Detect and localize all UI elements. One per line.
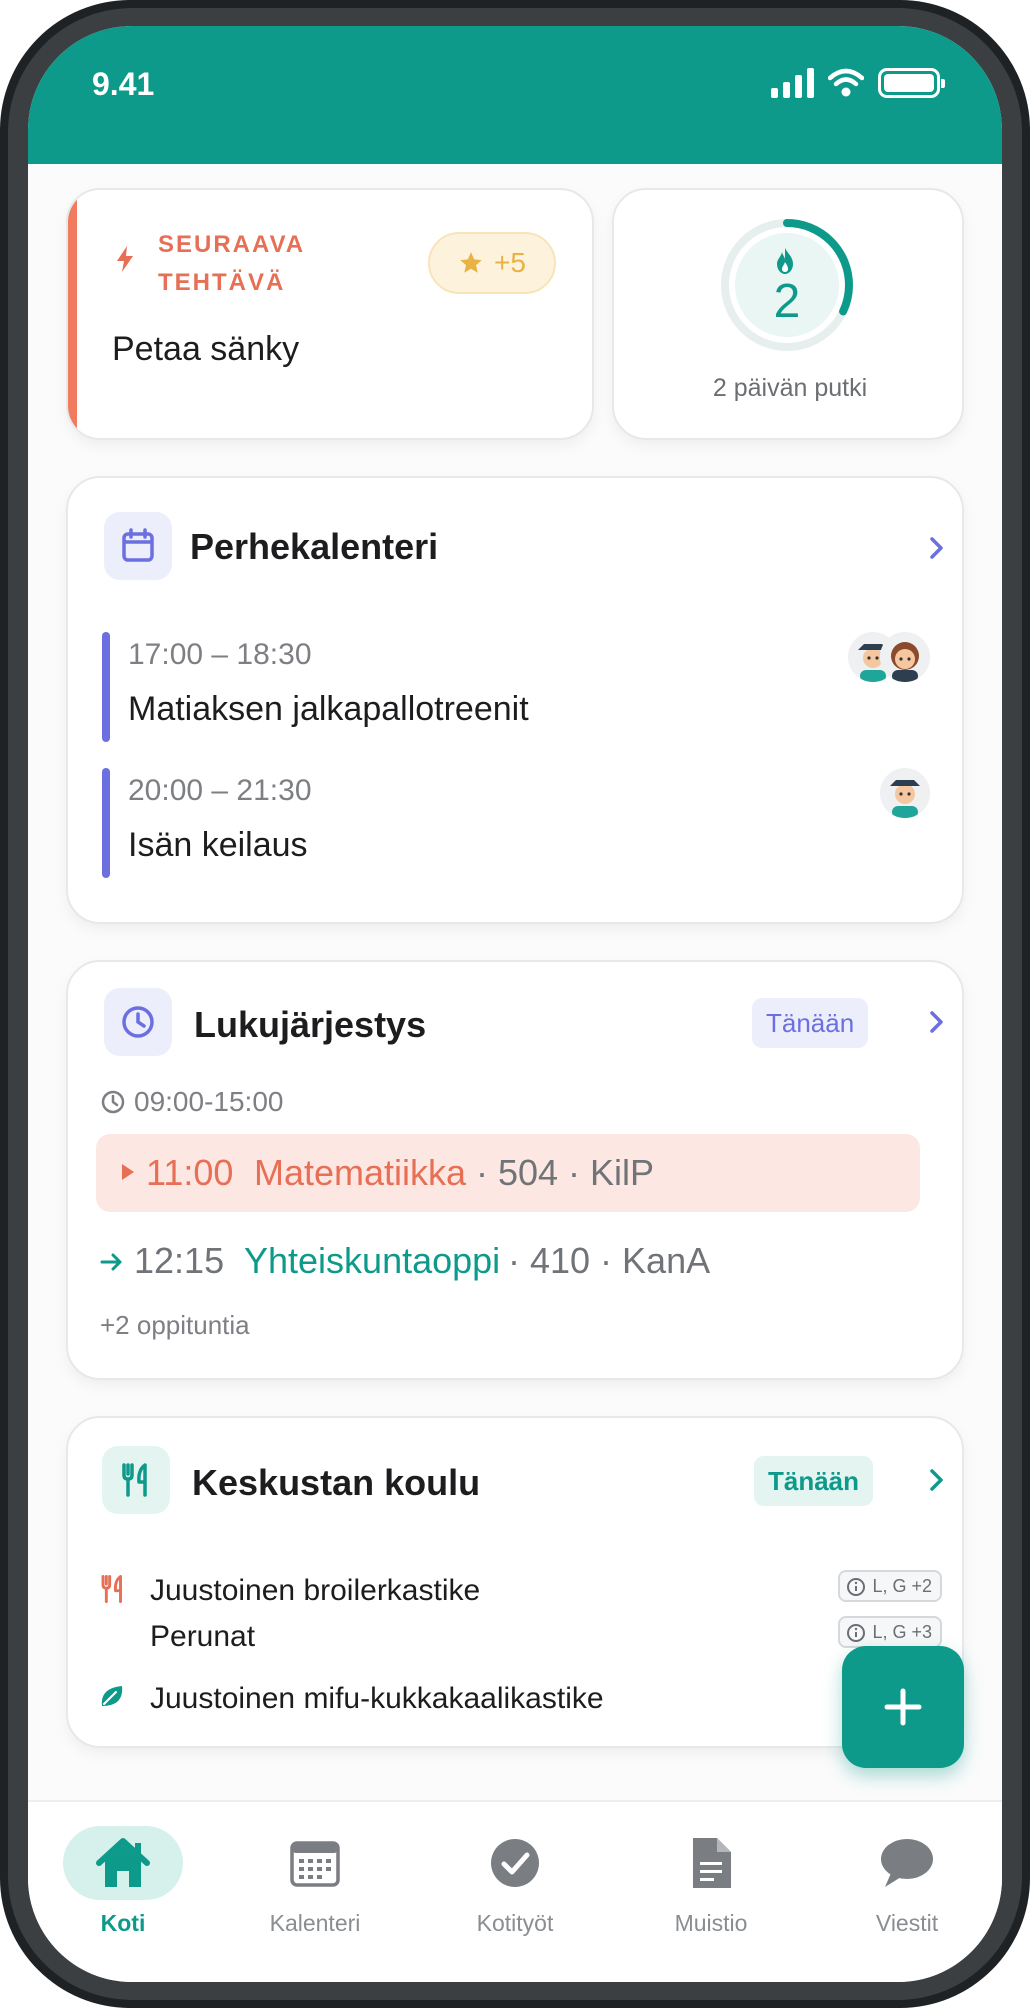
current-lesson[interactable]: 11:00 Matematiikka · 504 · KilP [96, 1134, 920, 1212]
tab-chores[interactable]: Kotityöt [440, 1826, 590, 1946]
tab-calendar[interactable]: Kalenteri [240, 1826, 390, 1946]
menu-chevron-right-icon[interactable] [928, 1466, 946, 1494]
meal-icon [101, 1575, 122, 1603]
streak-count: 2 [773, 275, 801, 328]
next-lesson-time: 12:15 [134, 1240, 225, 1281]
next-lesson-subject: Yhteiskuntaoppi [244, 1240, 501, 1281]
menu-item-name: Juustoinen broilerkastike [150, 1574, 481, 1607]
menu-item-name: Perunat [150, 1620, 256, 1653]
calendar-icon [290, 1841, 340, 1887]
event-bar [102, 768, 110, 878]
menu-item: Juustoinen mifu-kukkakaalikastike [98, 1678, 942, 1722]
tab-icon-wrap [651, 1826, 771, 1900]
cutlery-icon [122, 1463, 147, 1497]
next-task-accent [68, 190, 77, 438]
tab-label: Kalenteri [269, 1910, 361, 1936]
wifi-icon [828, 68, 864, 97]
calendar-icon [122, 528, 154, 562]
next-task-title: Petaa sänky [112, 330, 300, 368]
schedule-section-icon-box [104, 988, 172, 1056]
current-lesson-subject: Matematiikka [254, 1152, 467, 1193]
status-icons [771, 66, 945, 100]
tab-icon-wrap [255, 1826, 375, 1900]
next-lesson[interactable]: 12:15 Yhteiskuntaoppi · 410 · KanA [100, 1236, 924, 1286]
diet-badge[interactable]: L, G +2 [838, 1570, 942, 1602]
tab-home[interactable]: Koti [48, 1826, 198, 1946]
menu-title: Keskustan koulu [192, 1462, 481, 1503]
small-clock-icon [101, 1090, 125, 1114]
schedule-title: Lukujärjestys [194, 1004, 427, 1045]
school-menu-card[interactable]: Keskustan koulu Tänään Juustoinen broile… [66, 1416, 964, 1748]
streak-card[interactable]: 2 2 päivän putki [612, 188, 964, 440]
next-lesson-details: · 410 · KanA [508, 1240, 711, 1281]
next-task-card[interactable]: SEURAAVA TEHTÄVÄ +5 Petaa sänky [66, 188, 594, 440]
tab-label: Muistio [674, 1910, 748, 1936]
tab-label: Viestit [875, 1910, 939, 1936]
add-button[interactable] [842, 1646, 964, 1768]
current-lesson-details: · 504 · KilP [476, 1152, 655, 1193]
event-name: Matiaksen jalkapallotreenit [128, 690, 529, 728]
school-hours-text: 09:00-15:00 [134, 1086, 284, 1117]
info-icon [847, 1578, 866, 1596]
tab-icon-wrap [847, 1826, 967, 1900]
points-value: +5 [494, 247, 526, 278]
flame-icon [777, 248, 793, 274]
phone-frame: 9.41 SEURAAVA TEHTÄVÄ +5 Petaa sänky 2 2… [0, 0, 1030, 2008]
star-icon [460, 252, 482, 273]
check-icon [491, 1839, 539, 1887]
tab-icon-wrap [455, 1826, 575, 1900]
schedule-chevron-right-icon[interactable] [928, 1008, 946, 1036]
calendar-section-icon-box [104, 512, 172, 580]
tab-label: Kotityöt [476, 1910, 554, 1936]
arrow-right-icon [100, 1253, 122, 1271]
event-time: 17:00 – 18:30 [128, 638, 312, 671]
home-icon [96, 1838, 150, 1887]
tab-notes[interactable]: Muistio [636, 1826, 786, 1946]
next-task-label: SEURAAVA TEHTÄVÄ [158, 231, 305, 296]
school-schedule-card[interactable]: Lukujärjestys Tänään 09:00-15:00 11:00 M… [66, 960, 964, 1380]
diet-badge[interactable]: L, G +3 [838, 1616, 942, 1648]
diet-badge-text: L, G +2 [872, 1576, 932, 1596]
status-bar: 9.41 [28, 26, 1002, 164]
points-badge: +5 [428, 232, 556, 294]
status-time: 9.41 [92, 66, 155, 102]
calendar-event[interactable]: 17:00 – 18:30 Matiaksen jalkapallotreeni… [102, 632, 930, 742]
event-name: Isän keilaus [128, 826, 308, 864]
menu-item: Perunat L, G +3 [98, 1616, 942, 1660]
family-calendar-card[interactable]: Perhekalenteri 17:00 – 18:30 Matiaksen j… [66, 476, 964, 924]
play-icon [122, 1164, 134, 1180]
streak-label: 2 päivän putki [712, 374, 868, 402]
signal-icon [771, 68, 814, 98]
battery-icon [878, 68, 945, 98]
calendar-event[interactable]: 20:00 – 21:30 Isän keilaus [102, 768, 930, 878]
bolt-icon [117, 246, 133, 272]
chat-icon [881, 1839, 933, 1887]
plus-icon [884, 1688, 922, 1726]
tab-bar: Koti Kalenteri Kotityöt Muistio Viestit [28, 1800, 1002, 1982]
leaf-icon [101, 1686, 123, 1706]
calendar-chevron-right-icon[interactable] [928, 534, 946, 562]
info-icon [847, 1624, 866, 1642]
calendar-title: Perhekalenteri [190, 526, 439, 567]
more-lessons: +2 oppituntia [100, 1310, 250, 1340]
school-hours: 09:00-15:00 [100, 1086, 283, 1118]
tab-label: Koti [100, 1910, 146, 1936]
event-time: 20:00 – 21:30 [128, 774, 312, 807]
current-lesson-time: 11:00 [146, 1152, 234, 1193]
clock-icon [122, 1006, 154, 1038]
screen: 9.41 SEURAAVA TEHTÄVÄ +5 Petaa sänky 2 2… [28, 26, 1002, 1982]
event-bar [102, 632, 110, 742]
schedule-today-pill[interactable]: Tänään [752, 998, 869, 1048]
menu-item-name: Juustoinen mifu-kukkakaalikastike [150, 1682, 604, 1715]
menu-item: Juustoinen broilerkastike L, G +2 [98, 1570, 942, 1614]
diet-badge-text: L, G +3 [872, 1622, 932, 1642]
menu-today-pill[interactable]: Tänään [754, 1456, 874, 1506]
tab-icon-wrap [63, 1826, 183, 1900]
document-icon [693, 1838, 731, 1888]
avatar-child [880, 632, 930, 682]
menu-section-icon-box [102, 1446, 170, 1514]
tab-messages[interactable]: Viestit [832, 1826, 982, 1946]
avatar-dad [880, 768, 930, 818]
